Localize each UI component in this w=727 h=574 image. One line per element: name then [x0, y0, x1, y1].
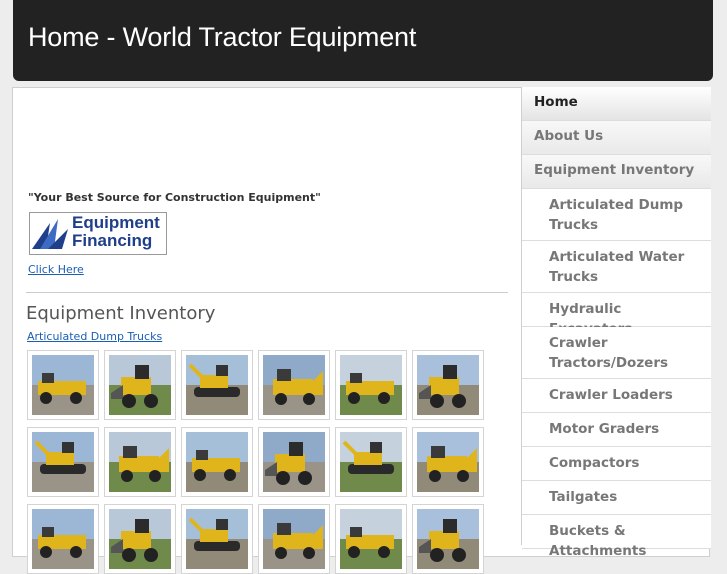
equipment-thumbnail[interactable]: [412, 350, 484, 420]
sidebar-item-motor-graders[interactable]: Motor Graders: [522, 413, 711, 447]
sidebar-item-hydraulic-excavators[interactable]: Hydraulic Excavators: [522, 293, 711, 337]
yellow-crawler-dozer-image: [417, 355, 479, 415]
equipment-thumbnail[interactable]: [27, 427, 99, 497]
excavator-arm-image: [263, 509, 325, 569]
equipment-thumbnail[interactable]: [258, 350, 330, 420]
equipment-thumbnail[interactable]: [104, 350, 176, 420]
sidebar-item-articulated-water-trucks[interactable]: Articulated Water Trucks: [522, 241, 711, 293]
yellow-excavators-yard-image: [186, 355, 248, 415]
section-title: Equipment Inventory: [26, 303, 216, 324]
loader-front-image: [32, 509, 94, 569]
equipment-thumbnail[interactable]: [104, 427, 176, 497]
equipment-thumbnail[interactable]: [258, 504, 330, 574]
large-wheel-loader-image: [109, 432, 171, 492]
equipment-thumbnail[interactable]: [27, 504, 99, 574]
articulated-dump-trucks-link[interactable]: Articulated Dump Trucks: [27, 330, 162, 343]
equipment-thumbnail[interactable]: [27, 350, 99, 420]
equipment-thumbnail[interactable]: [335, 427, 407, 497]
financing-logo-text: Equipment Financing: [72, 214, 160, 250]
sidebar-item-home[interactable]: Home: [522, 87, 711, 121]
equipment-thumbnail[interactable]: [104, 504, 176, 574]
equipment-thumbnail[interactable]: [181, 350, 253, 420]
motor-grader-side-image: [417, 432, 479, 492]
sidebar-item-tailgates[interactable]: Tailgates: [522, 481, 711, 515]
articulated-dump-truck-image: [263, 355, 325, 415]
sidebar-item-about-us[interactable]: About Us: [522, 121, 711, 155]
equipment-financing-logo[interactable]: Equipment Financing: [29, 212, 167, 255]
financing-line1: Equipment: [72, 213, 160, 232]
articulated-water-truck-image: [340, 432, 402, 492]
yellow-motor-grader-image: [32, 432, 94, 492]
equipment-scrap-yard-image: [186, 432, 248, 492]
equipment-thumbnail[interactable]: [181, 504, 253, 574]
equipment-thumbnail[interactable]: [335, 350, 407, 420]
page-title: Home - World Tractor Equipment: [28, 22, 417, 52]
sidebar-item-compactors[interactable]: Compactors: [522, 447, 711, 481]
equipment-thumbnail[interactable]: [412, 427, 484, 497]
sidebar-item-buckets-attachments[interactable]: Buckets & Attachments: [522, 515, 711, 559]
click-here-link[interactable]: Click Here: [28, 263, 84, 276]
equipment-thumbnail[interactable]: [412, 504, 484, 574]
divider: [26, 292, 508, 293]
main-content: "Your Best Source for Construction Equip…: [26, 87, 508, 574]
site-header: Home - World Tractor Equipment: [13, 0, 713, 81]
equipment-thumbnail[interactable]: [181, 427, 253, 497]
sidebar-item-crawler-tractors-dozers[interactable]: Crawler Tractors/Dozers: [522, 327, 711, 379]
excavator-front-image: [340, 509, 402, 569]
sidebar-nav: Home About Us Equipment Inventory Articulat…: [521, 87, 711, 559]
excavator-on-pad-image: [417, 509, 479, 569]
loader-dumping-gravel-image: [340, 355, 402, 415]
row-of-dump-trucks-image: [263, 432, 325, 492]
excavator-cab-image: [186, 509, 248, 569]
financing-swoosh-icon: [32, 219, 68, 249]
sidebar-item-articulated-dump-trucks[interactable]: Articulated Dump Trucks: [522, 189, 711, 241]
yellow-wheel-loader-image: [109, 355, 171, 415]
equipment-thumbnail[interactable]: [258, 427, 330, 497]
sidebar-item-crawler-loaders[interactable]: Crawler Loaders: [522, 379, 711, 413]
lineup-of-yellow-dump-trucks-image: [32, 355, 94, 415]
equipment-thumbnail[interactable]: [335, 504, 407, 574]
sidebar-item-equipment-inventory[interactable]: Equipment Inventory: [522, 155, 711, 189]
financing-line2: Financing: [72, 231, 153, 250]
wheel-loader-bucket-image: [109, 509, 171, 569]
tagline: "Your Best Source for Construction Equip…: [28, 191, 321, 204]
